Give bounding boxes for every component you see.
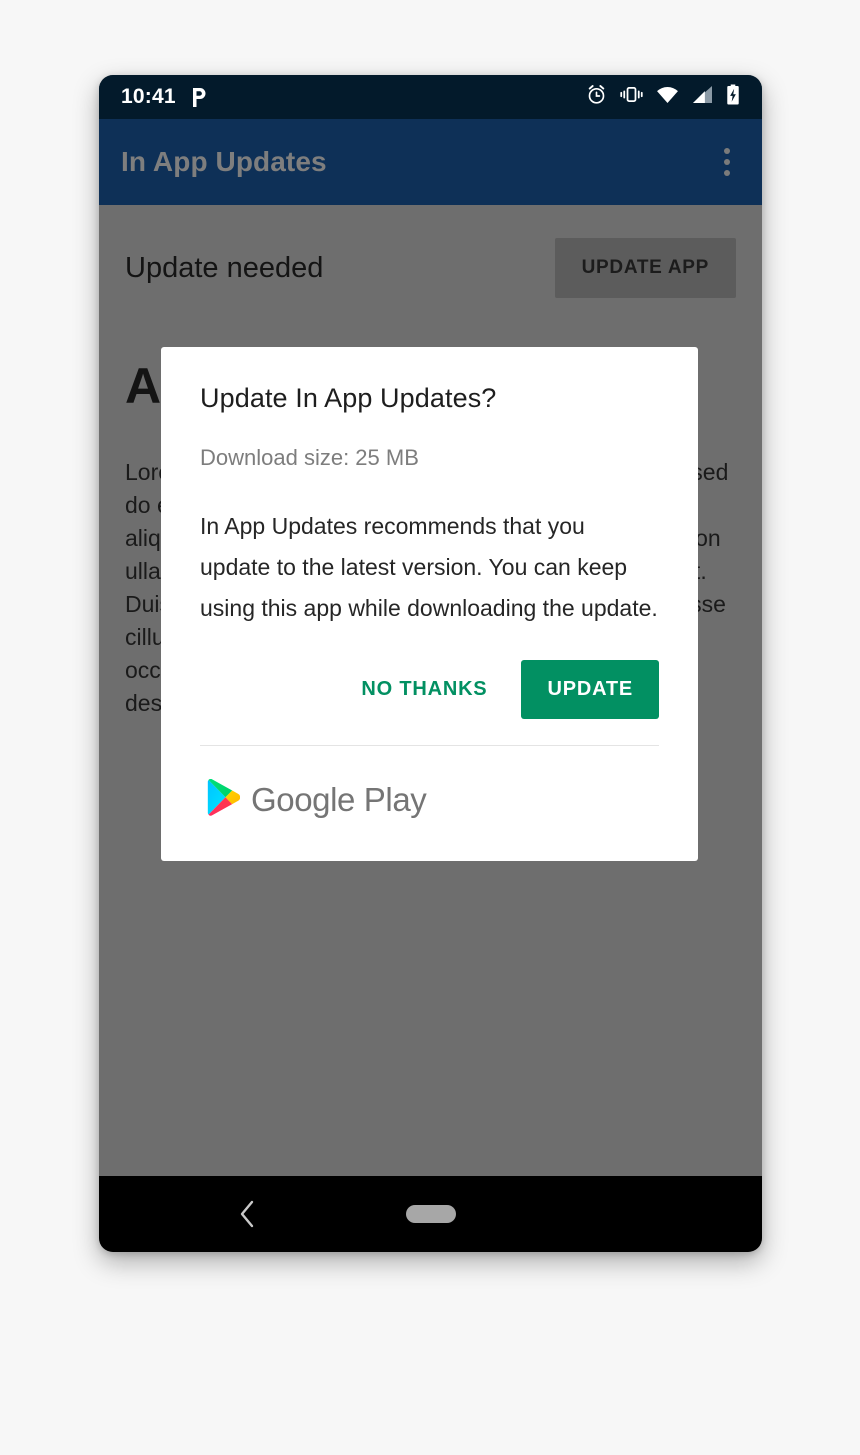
overflow-dot — [724, 148, 730, 154]
alarm-icon — [586, 84, 607, 110]
overflow-dot — [724, 159, 730, 165]
overflow-menu-icon[interactable] — [714, 140, 740, 184]
dialog-footer: Google Play — [200, 746, 659, 861]
wifi-icon — [656, 85, 679, 109]
status-bar: 10:41 — [99, 75, 762, 119]
google-play-wordmark: Google Play — [251, 781, 427, 818]
google-play-triangle-icon — [207, 778, 241, 821]
cellular-signal-icon — [692, 85, 713, 109]
vibrate-icon — [620, 84, 643, 110]
dialog-download-size: Download size: 25 MB — [200, 445, 419, 470]
back-chevron-icon[interactable] — [227, 1194, 267, 1234]
update-needed-label: Update needed — [125, 251, 324, 284]
navigation-bar — [99, 1176, 762, 1252]
update-needed-row: Update needed UPDATE APP — [125, 205, 736, 331]
no-thanks-button[interactable]: NO THANKS — [339, 662, 509, 717]
dialog-title: Update In App Updates? — [200, 383, 497, 413]
dialog-body-text: In App Updates recommends that you updat… — [200, 513, 658, 621]
update-dialog: Update In App Updates? Download size: 25… — [161, 347, 698, 861]
p-logo-icon — [189, 87, 208, 108]
status-bar-left: 10:41 — [121, 85, 208, 109]
battery-charging-icon — [726, 84, 740, 110]
home-pill-icon[interactable] — [405, 1205, 456, 1223]
dialog-actions: NO THANKS UPDATE — [200, 660, 659, 731]
app-title: In App Updates — [121, 146, 327, 177]
status-bar-right — [586, 84, 740, 110]
overflow-dot — [724, 170, 730, 176]
update-button[interactable]: UPDATE — [521, 660, 659, 719]
app-bar: In App Updates — [99, 119, 762, 205]
update-app-button[interactable]: UPDATE APP — [554, 238, 736, 298]
status-time: 10:41 — [121, 85, 176, 108]
